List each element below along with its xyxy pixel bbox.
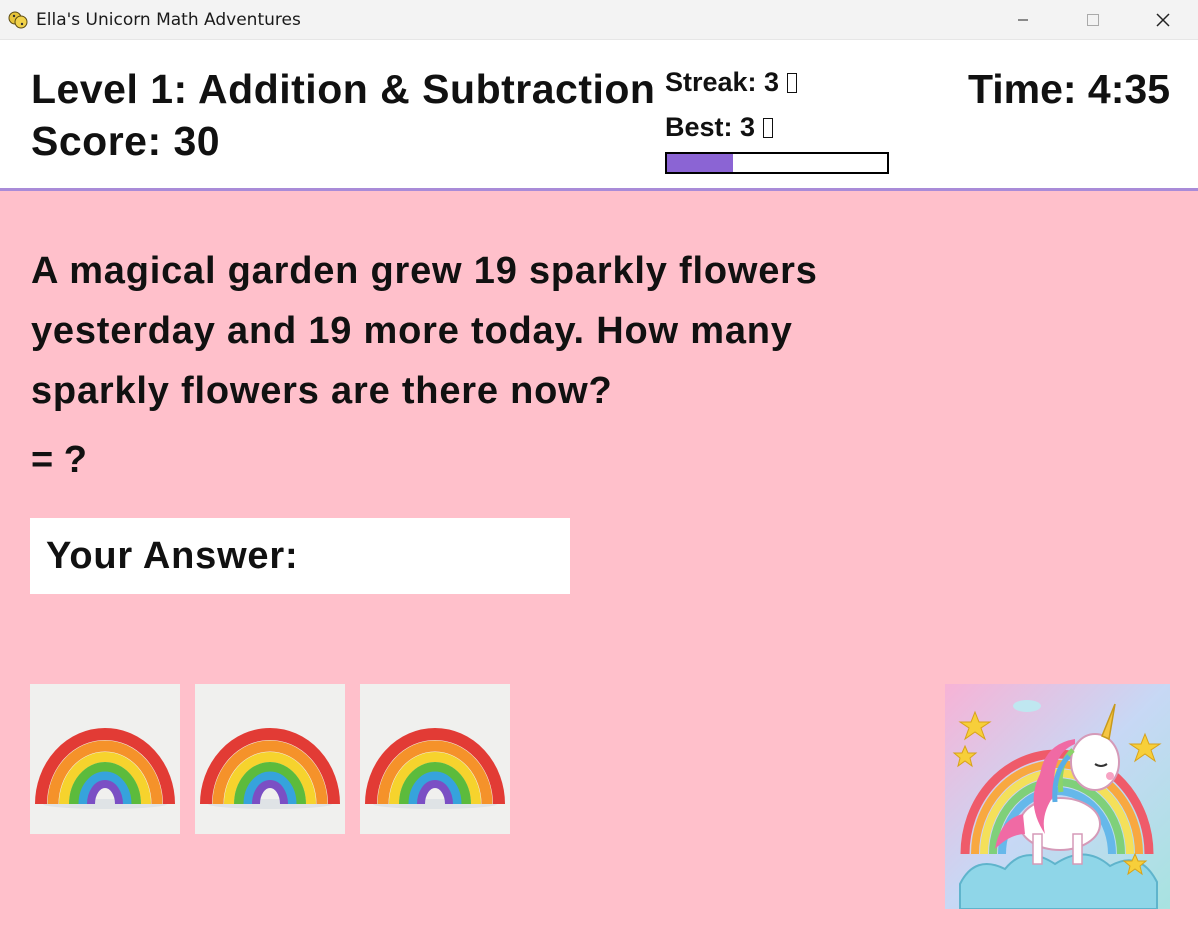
minimize-icon (1018, 19, 1028, 20)
best-text: Best: 3 (665, 112, 756, 142)
reward-tile (30, 684, 180, 834)
answer-input[interactable]: Your Answer: (30, 518, 570, 594)
answer-label: Your Answer: (46, 534, 299, 577)
rainbow-icon (200, 728, 340, 809)
timer-display: Time: 4:35 (967, 66, 1170, 112)
equation-text: = ? (31, 439, 87, 481)
reward-list (30, 684, 510, 834)
score-display: Score: 30 (31, 118, 221, 164)
close-button[interactable] (1128, 0, 1198, 39)
streak-progress-bar (665, 152, 889, 174)
missing-glyph-icon (763, 118, 774, 138)
game-header: Level 1: Addition & Subtraction Score: 3… (0, 40, 1198, 191)
play-area: A magical garden grew 19 sparkly flowers… (0, 191, 1198, 939)
window-title: Ella's Unicorn Math Adventures (36, 9, 301, 30)
window-titlebar: Ella's Unicorn Math Adventures (0, 0, 1198, 40)
close-icon (1156, 12, 1170, 27)
reward-tile (360, 684, 510, 834)
streak-display: Streak: 3 (665, 67, 798, 98)
reward-tile (195, 684, 345, 834)
streak-progress-fill (667, 154, 733, 172)
unicorn-icon (945, 684, 1170, 910)
missing-glyph-icon (787, 73, 798, 93)
level-title: Level 1: Addition & Subtraction (31, 66, 656, 112)
maximize-icon (1087, 13, 1099, 26)
maximize-button[interactable] (1058, 0, 1128, 39)
rainbow-icon (35, 728, 175, 809)
best-display: Best: 3 (665, 112, 774, 143)
python-app-icon (8, 10, 28, 30)
minimize-button[interactable] (988, 0, 1058, 39)
rainbow-icon (365, 728, 505, 809)
streak-text: Streak: 3 (665, 67, 780, 97)
unicorn-mascot (945, 684, 1170, 910)
question-text: A magical garden grew 19 sparkly flowers… (31, 250, 818, 412)
